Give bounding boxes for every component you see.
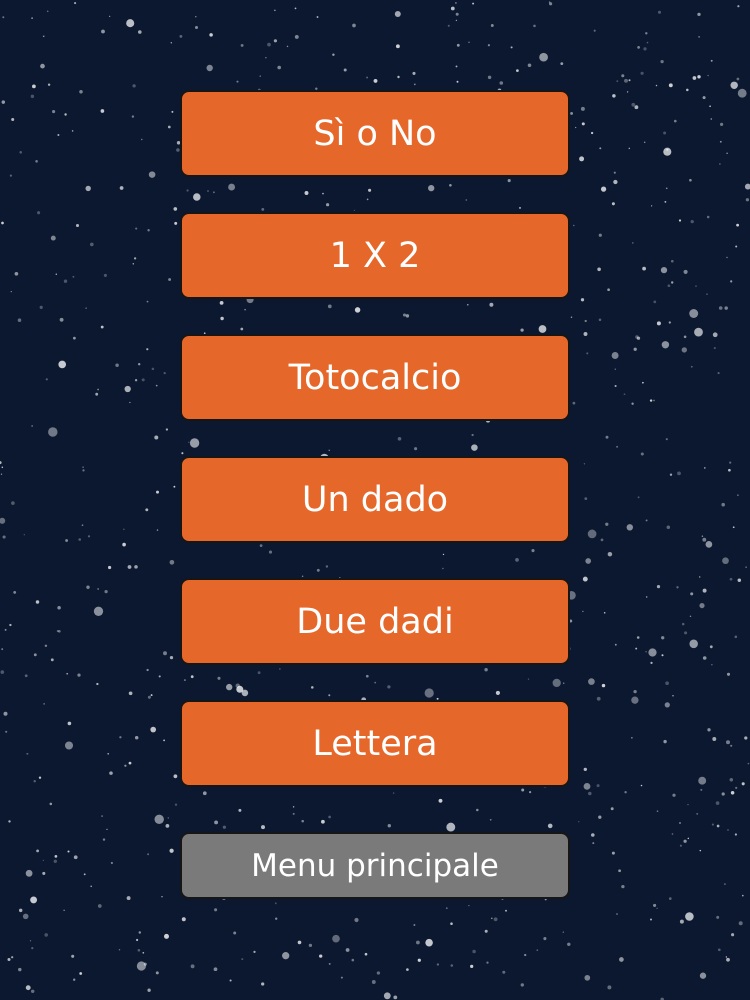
- one-x-two-label: 1 X 2: [329, 235, 421, 276]
- two-dice-button[interactable]: Due dadi: [180, 578, 570, 665]
- yes-no-label: Sì o No: [313, 113, 437, 154]
- one-x-two-button[interactable]: 1 X 2: [180, 212, 570, 299]
- totocalcio-button[interactable]: Totocalcio: [180, 334, 570, 421]
- one-die-label: Un dado: [301, 479, 449, 520]
- yes-no-button[interactable]: Sì o No: [180, 90, 570, 177]
- two-dice-label: Due dadi: [296, 601, 454, 642]
- one-die-button[interactable]: Un dado: [180, 456, 570, 543]
- letter-button[interactable]: Lettera: [180, 700, 570, 787]
- choice-menu: Sì o No 1 X 2 Totocalcio Un dado Due dad…: [0, 0, 750, 1000]
- letter-label: Lettera: [312, 723, 438, 764]
- main-menu-button[interactable]: Menu principale: [180, 832, 570, 899]
- main-menu-label: Menu principale: [251, 847, 499, 884]
- totocalcio-label: Totocalcio: [288, 357, 462, 398]
